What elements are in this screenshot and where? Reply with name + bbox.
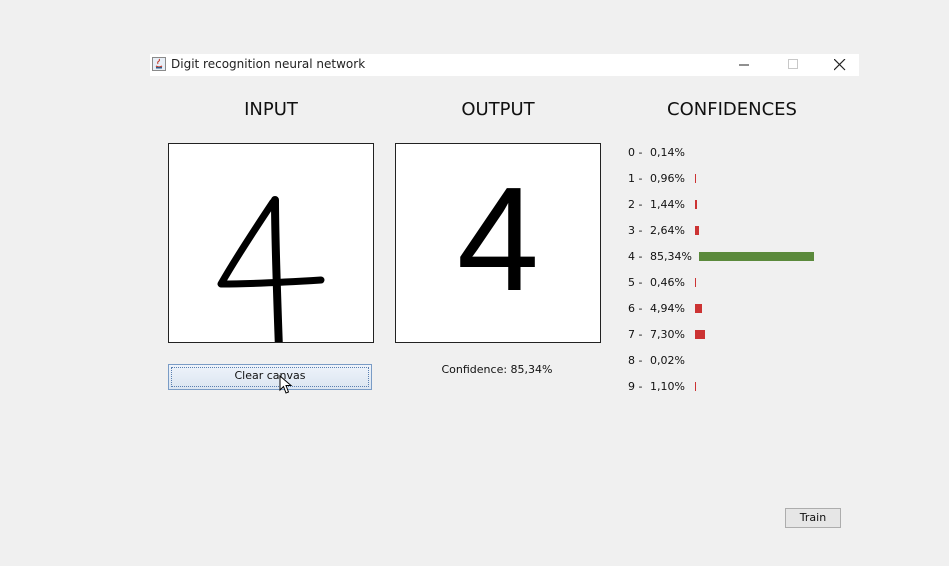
confidence-bar xyxy=(695,330,705,339)
window-title: Digit recognition neural network xyxy=(171,57,366,71)
clear-canvas-button[interactable]: Clear canvas xyxy=(168,364,372,390)
minimize-icon xyxy=(739,64,749,66)
title-bar[interactable]: Digit recognition neural network xyxy=(150,54,859,76)
confidence-digit: 2 - xyxy=(628,198,643,211)
confidence-digit: 3 - xyxy=(628,224,643,237)
confidence-value: 2,64% xyxy=(650,224,685,237)
confidence-value: 0,14% xyxy=(650,146,685,159)
drawing-canvas[interactable] xyxy=(168,143,374,343)
confidence-value: 1,44% xyxy=(650,198,685,211)
confidence-digit: 0 - xyxy=(628,146,643,159)
confidence-digit: 9 - xyxy=(628,380,643,393)
java-app-icon xyxy=(152,57,166,71)
confidence-value: 0,46% xyxy=(650,276,685,289)
close-button[interactable] xyxy=(816,54,862,76)
confidence-readout: Confidence: 85,34% xyxy=(441,363,553,376)
confidence-bar xyxy=(695,200,697,209)
confidence-bar xyxy=(695,304,702,313)
input-heading: INPUT xyxy=(244,99,298,120)
confidence-digit: 7 - xyxy=(628,328,643,341)
train-button[interactable]: Train xyxy=(785,508,841,528)
confidence-digit: 4 - xyxy=(628,250,643,263)
confidence-bar xyxy=(695,278,696,287)
confidence-digit: 6 - xyxy=(628,302,643,315)
predicted-digit: 4 xyxy=(456,157,540,322)
confidence-value: 85,34% xyxy=(650,250,692,263)
confidence-value: 7,30% xyxy=(650,328,685,341)
confidence-bar xyxy=(699,252,814,261)
confidence-digit: 5 - xyxy=(628,276,643,289)
mouse-cursor-icon xyxy=(279,375,293,394)
confidence-bar xyxy=(695,226,699,235)
minimize-button[interactable] xyxy=(721,54,767,76)
confidence-digit: 8 - xyxy=(628,354,643,367)
confidence-value: 0,96% xyxy=(650,172,685,185)
app-window: Digit recognition neural network INPUT O… xyxy=(150,54,859,528)
confidence-digit: 1 - xyxy=(628,172,643,185)
confidence-value: 1,10% xyxy=(650,380,685,393)
output-canvas: 4 xyxy=(395,143,601,343)
confidence-bar xyxy=(695,174,696,183)
maximize-button[interactable] xyxy=(770,54,816,76)
confidences-heading: CONFIDENCES xyxy=(667,99,797,120)
maximize-icon xyxy=(788,59,798,69)
confidence-value: 4,94% xyxy=(650,302,685,315)
close-icon xyxy=(834,59,846,71)
handwritten-digit-drawing xyxy=(217,196,325,342)
output-heading: OUTPUT xyxy=(461,99,535,120)
confidence-value: 0,02% xyxy=(650,354,685,367)
confidence-bar xyxy=(695,382,696,391)
